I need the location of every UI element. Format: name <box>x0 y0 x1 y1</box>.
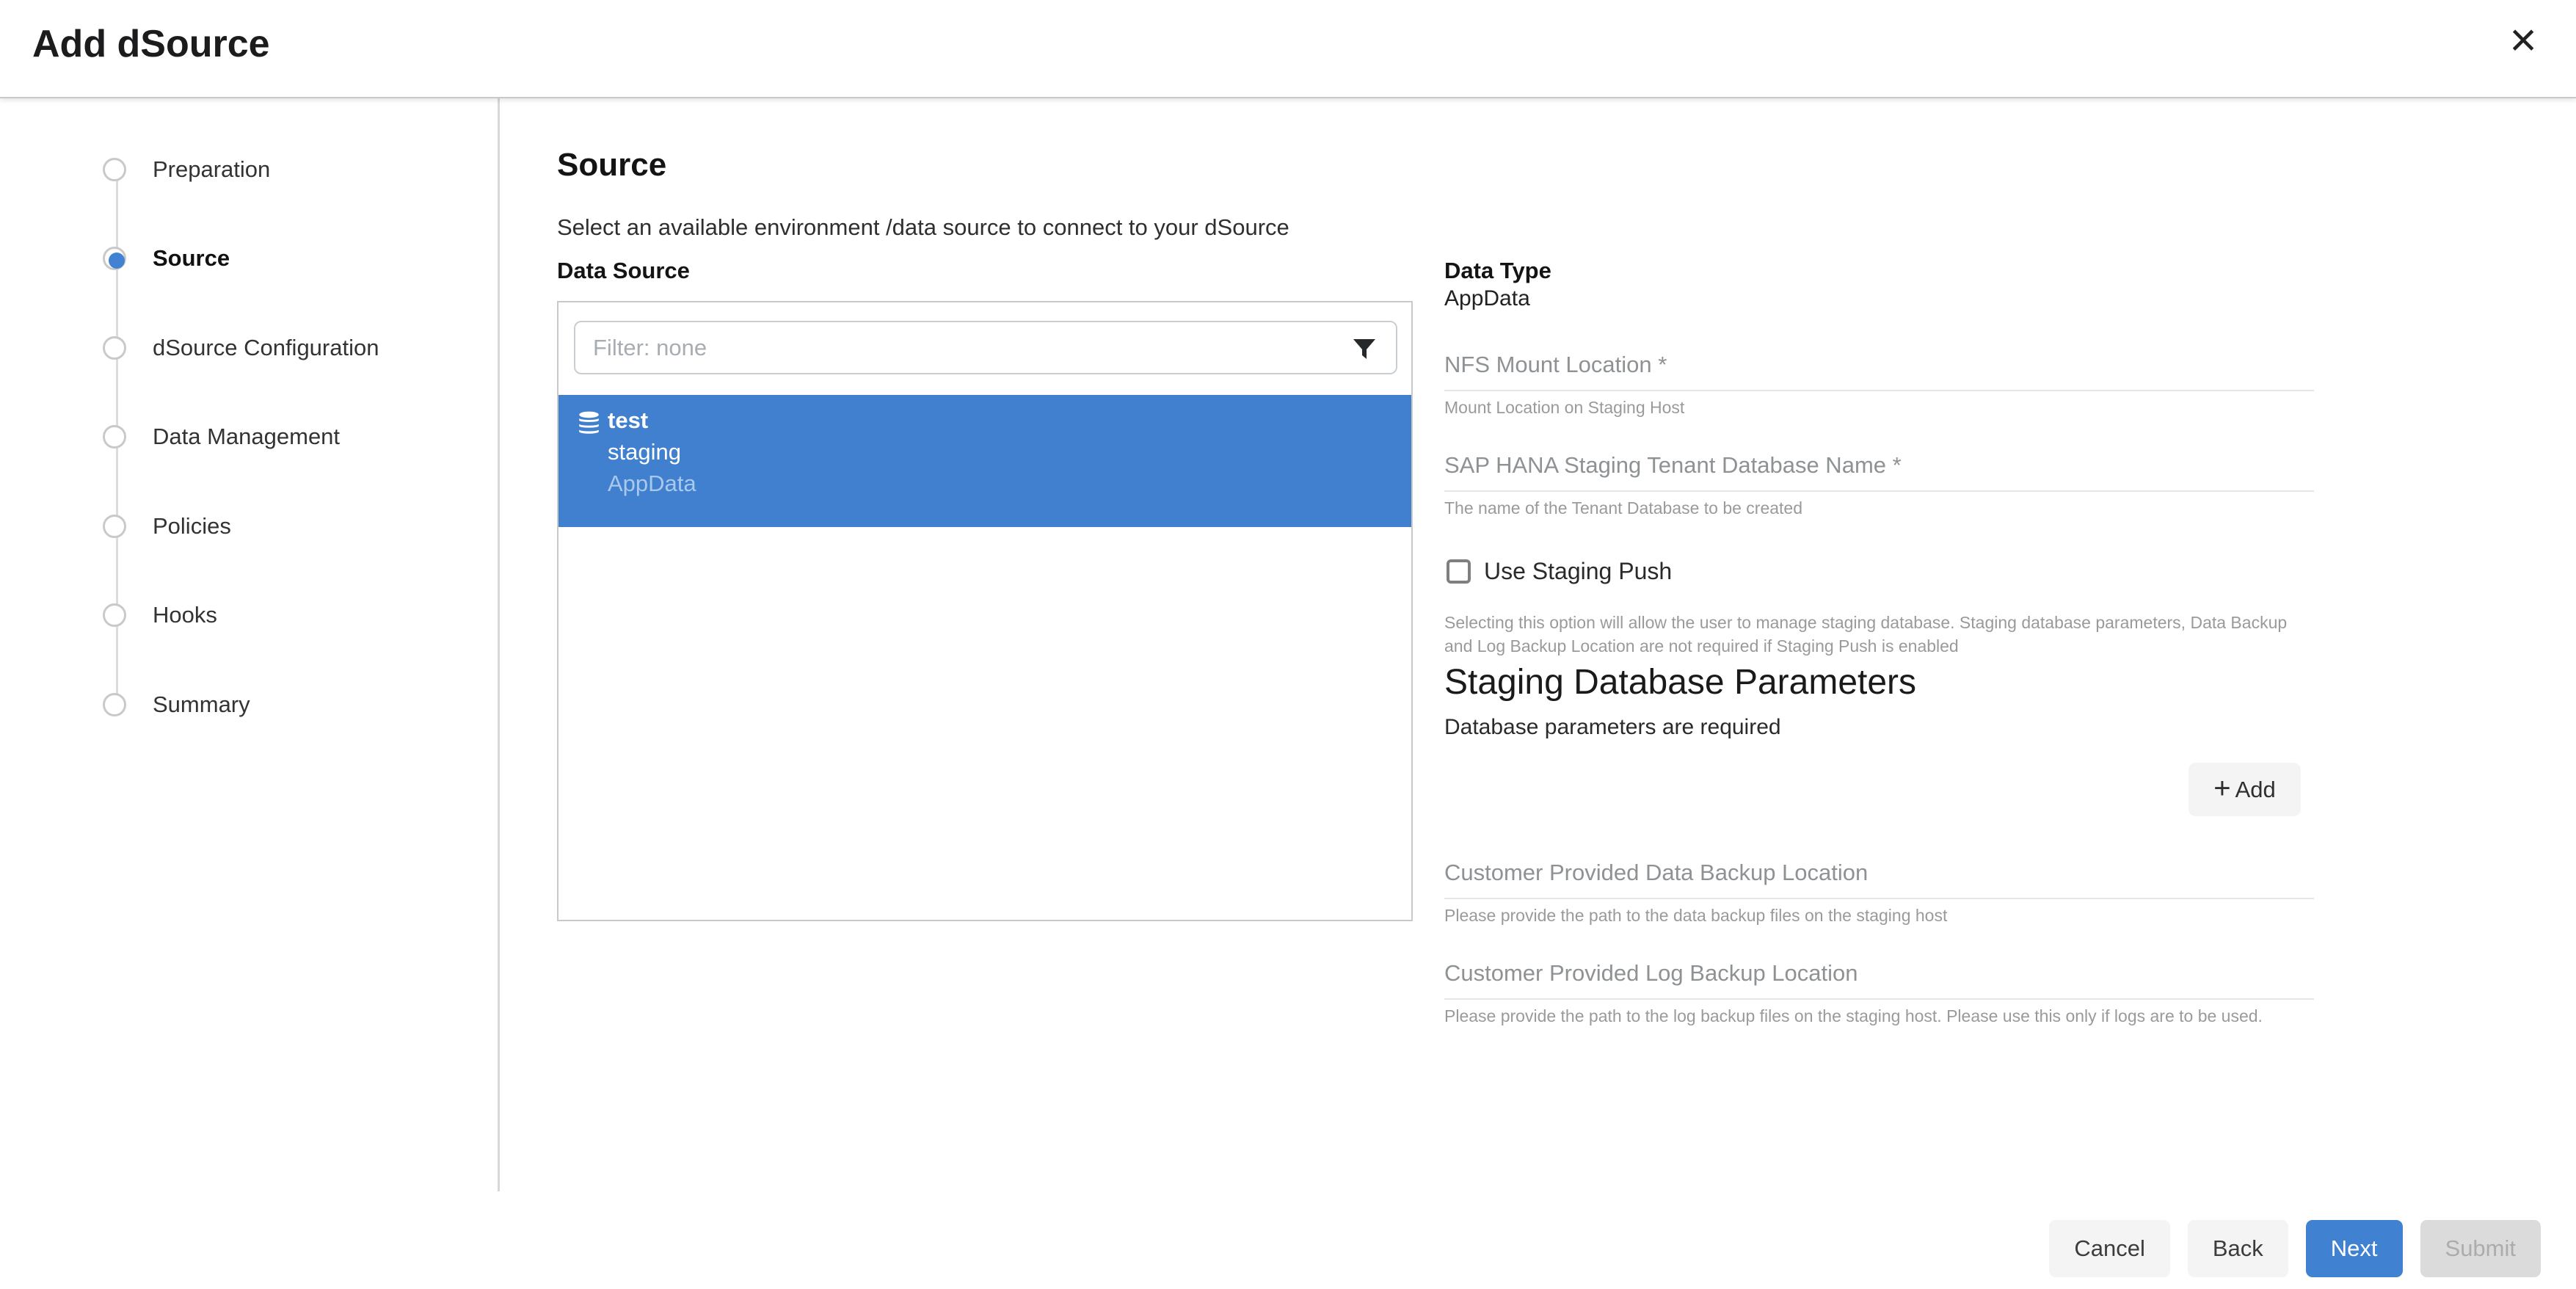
close-icon[interactable]: × <box>2497 13 2550 66</box>
page-subtitle: Select an available environment /data so… <box>557 214 1289 241</box>
log-backup-location-field: Customer Provided Log Backup Location Pl… <box>1444 960 2314 1026</box>
data-source-item-test[interactable]: test staging AppData <box>559 395 1411 527</box>
dialog-header: Add dSource × <box>0 0 2576 98</box>
step-policies[interactable]: Policies <box>0 497 498 556</box>
filter-field <box>574 321 1397 374</box>
step-circle-icon <box>103 603 126 627</box>
nfs-mount-location-field: NFS Mount Location * Mount Location on S… <box>1444 352 2314 418</box>
add-button-label: Add <box>2235 777 2276 803</box>
step-circle-icon <box>103 158 126 181</box>
step-source[interactable]: Source <box>0 229 498 288</box>
step-circle-icon <box>103 336 126 360</box>
sap-hana-tenant-db-input[interactable]: SAP HANA Staging Tenant Database Name * <box>1444 452 2314 492</box>
dialog-title: Add dSource <box>32 22 270 66</box>
back-button[interactable]: Back <box>2188 1220 2288 1277</box>
plus-icon: + <box>2213 774 2230 803</box>
dialog-body: Preparation Source dSource Configuration… <box>0 98 2576 1289</box>
data-backup-location-field: Customer Provided Data Backup Location P… <box>1444 860 2314 926</box>
cancel-button[interactable]: Cancel <box>2049 1220 2170 1277</box>
data-backup-location-help: Please provide the path to the data back… <box>1444 906 2314 926</box>
staging-push-description: Selecting this option will allow the use… <box>1444 611 2318 658</box>
data-source-type: AppData <box>608 471 696 497</box>
staging-push-label: Use Staging Push <box>1484 558 1672 585</box>
step-label: Policies <box>153 513 231 540</box>
filter-funnel-icon[interactable] <box>1352 336 1377 361</box>
step-label: Summary <box>153 691 250 718</box>
staging-db-params-note: Database parameters are required <box>1444 715 1781 740</box>
wizard-stepper: Preparation Source dSource Configuration… <box>0 98 500 1191</box>
step-label: Preparation <box>153 156 270 183</box>
add-parameter-button[interactable]: + Add <box>2188 763 2301 816</box>
submit-button[interactable]: Submit <box>2420 1220 2541 1277</box>
sap-hana-tenant-db-help: The name of the Tenant Database to be cr… <box>1444 498 2314 518</box>
add-dsource-dialog: Add dSource × Preparation Source dSource… <box>0 0 2576 1289</box>
step-label: Hooks <box>153 602 217 628</box>
data-source-name: test <box>608 407 648 434</box>
step-circle-icon <box>103 425 126 449</box>
step-content: Source Select an available environment /… <box>500 98 2576 1289</box>
database-icon <box>578 411 600 436</box>
step-label: dSource Configuration <box>153 335 379 361</box>
log-backup-location-help: Please provide the path to the log backu… <box>1444 1006 2314 1026</box>
staging-db-params-heading: Staging Database Parameters <box>1444 662 1916 702</box>
nfs-mount-location-input[interactable]: NFS Mount Location * <box>1444 352 2314 391</box>
step-hooks[interactable]: Hooks <box>0 586 498 644</box>
next-button[interactable]: Next <box>2306 1220 2403 1277</box>
page-title: Source <box>557 147 666 184</box>
step-circle-icon <box>103 515 126 538</box>
dialog-footer: Cancel Back Next Submit <box>0 1220 2541 1277</box>
data-source-label: Data Source <box>557 258 690 284</box>
staging-push-checkbox[interactable] <box>1447 559 1471 584</box>
data-backup-location-input[interactable]: Customer Provided Data Backup Location <box>1444 860 2314 899</box>
filter-input[interactable] <box>575 322 1396 373</box>
step-data-management[interactable]: Data Management <box>0 407 498 466</box>
nfs-mount-location-help: Mount Location on Staging Host <box>1444 398 2314 418</box>
sap-hana-tenant-db-field: SAP HANA Staging Tenant Database Name * … <box>1444 452 2314 518</box>
step-circle-icon <box>103 693 126 716</box>
step-label: Source <box>153 245 230 272</box>
data-type-label: Data Type <box>1444 258 1551 284</box>
log-backup-location-input[interactable]: Customer Provided Log Backup Location <box>1444 960 2314 1000</box>
step-circle-active-icon <box>103 247 126 270</box>
data-source-environment: staging <box>608 439 681 465</box>
use-staging-push-option[interactable]: Use Staging Push <box>1447 558 1672 585</box>
data-type-value: AppData <box>1444 286 1530 311</box>
step-label: Data Management <box>153 424 340 450</box>
step-preparation[interactable]: Preparation <box>0 140 498 199</box>
step-dsource-configuration[interactable]: dSource Configuration <box>0 319 498 377</box>
data-source-list: test staging AppData <box>557 301 1413 921</box>
step-summary[interactable]: Summary <box>0 675 498 734</box>
